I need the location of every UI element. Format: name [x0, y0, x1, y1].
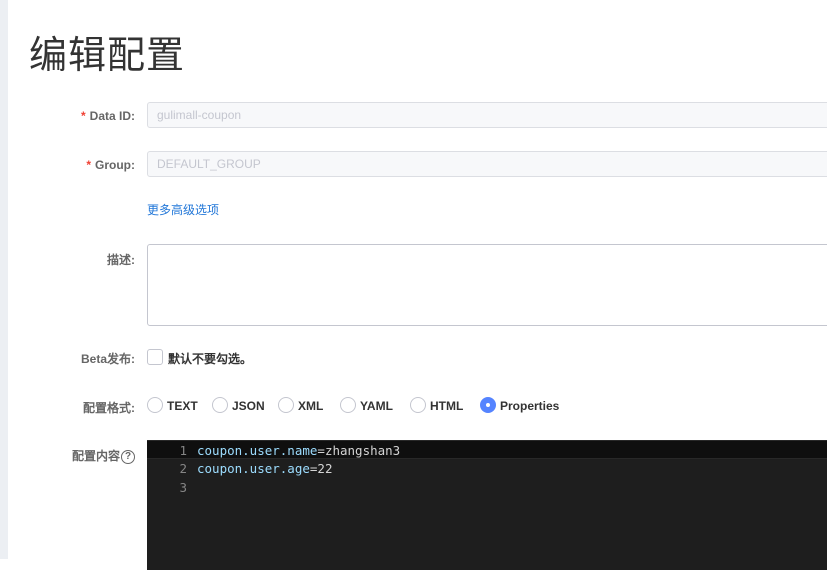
radio-circle	[340, 397, 356, 413]
radio-circle	[212, 397, 228, 413]
format-label: 配置格式:	[83, 401, 135, 415]
code-text: coupon.user.name=zhangshan3	[197, 443, 400, 458]
radio-label: JSON	[232, 399, 265, 413]
radio-label: HTML	[430, 399, 464, 413]
line-number: 3	[179, 480, 187, 495]
data-id-label-text: Data ID:	[89, 109, 135, 123]
code-value: zhangshan3	[324, 443, 401, 458]
editor-line: 1 coupon.user.name=zhangshan3	[147, 440, 827, 459]
group-label: * Group:	[86, 158, 135, 172]
group-label-text: Group:	[95, 158, 135, 172]
beta-label: Beta发布:	[80, 352, 135, 366]
content-label-text: 配置内容	[71, 449, 120, 463]
data-id-input[interactable]: gulimall-coupon	[147, 102, 827, 128]
radio-circle	[147, 397, 163, 413]
code-value: 22	[317, 461, 333, 476]
code-editor[interactable]: 1 coupon.user.name=zhangshan3 2 coupon.u…	[147, 440, 827, 570]
radio-circle	[410, 397, 426, 413]
required-mark: *	[80, 109, 86, 123]
beta-checkbox-label[interactable]: 默认不要勾选。	[168, 350, 252, 367]
editor-line: 3	[147, 478, 827, 497]
description-textarea[interactable]	[147, 244, 827, 326]
editor-line: 2 coupon.user.age=22	[147, 459, 827, 478]
code-key: coupon.user.age	[197, 461, 310, 476]
left-sidebar-edge	[0, 0, 8, 559]
code-key: coupon.user.name	[197, 443, 318, 458]
code-eq: =	[317, 443, 325, 458]
group-input[interactable]: DEFAULT_GROUP	[147, 151, 827, 177]
required-mark: *	[86, 158, 91, 172]
description-label: 描述:	[107, 253, 135, 267]
radio-circle-checked	[480, 397, 496, 413]
line-number: 2	[179, 461, 187, 476]
radio-label: Properties	[500, 399, 560, 413]
page-title: 编辑配置	[29, 33, 186, 77]
radio-label: TEXT	[167, 399, 198, 413]
line-number: 1	[179, 443, 187, 458]
radio-label: XML	[298, 399, 324, 413]
code-text: coupon.user.age=22	[197, 461, 332, 476]
radio-label: YAML	[360, 399, 393, 413]
beta-checkbox[interactable]	[147, 349, 163, 365]
help-icon[interactable]: ?	[121, 449, 135, 464]
radio-circle	[278, 397, 294, 413]
advanced-options-link[interactable]: 更多高级选项	[147, 201, 219, 218]
content-label: 配置内容?	[72, 447, 135, 464]
data-id-label: * Data ID:	[81, 109, 135, 123]
